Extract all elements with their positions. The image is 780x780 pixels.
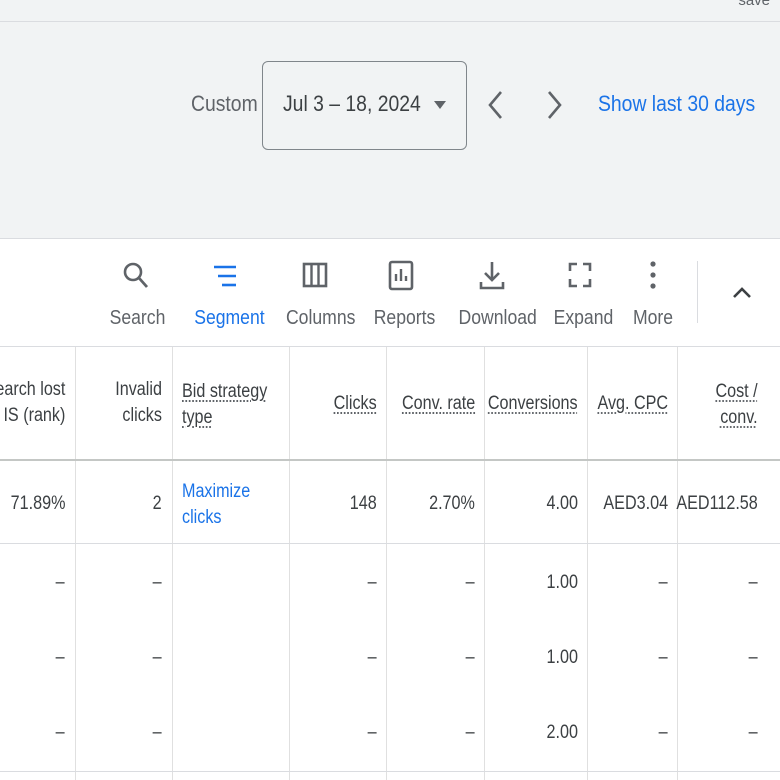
previous-period-button[interactable] bbox=[484, 88, 508, 122]
columns-icon bbox=[302, 262, 328, 288]
cell-avg-cpc: – bbox=[659, 647, 668, 668]
cell-invalid-clicks: – bbox=[153, 572, 162, 593]
cell-avg-cpc: – bbox=[659, 722, 668, 743]
table-toolbar: Search Segment Columns Reports Download … bbox=[0, 239, 780, 347]
row-divider bbox=[0, 543, 780, 544]
next-period-button[interactable] bbox=[542, 88, 566, 122]
cell-cost-per-conv: – bbox=[749, 647, 758, 668]
cell-conv-rate: – bbox=[466, 722, 475, 743]
cell-clicks: – bbox=[368, 647, 377, 668]
cell-conversions: 1.00 bbox=[546, 572, 578, 593]
cell-search-lost-is: – bbox=[56, 572, 65, 593]
header-text-line: clicks bbox=[122, 405, 162, 426]
reports-button-label: Reports bbox=[373, 307, 436, 329]
search-icon bbox=[123, 262, 149, 288]
more-button[interactable]: More bbox=[630, 259, 676, 330]
date-range-bar: Custom Jul 3 – 18, 2024 Show last 30 day… bbox=[0, 22, 780, 234]
search-button-label: Search bbox=[109, 307, 166, 329]
cell-cost-per-conv: – bbox=[749, 722, 758, 743]
header-text-line: Invalid bbox=[115, 379, 162, 400]
cell-clicks: 148 bbox=[350, 493, 377, 514]
column-divider bbox=[75, 347, 76, 780]
cell-cost-per-conv: AED112.58 bbox=[676, 493, 758, 514]
cell-conv-rate: – bbox=[466, 647, 475, 668]
cell-conv-rate: – bbox=[466, 572, 475, 593]
date-range-select[interactable]: Jul 3 – 18, 2024 bbox=[262, 61, 467, 150]
header-invalid-clicks[interactable]: Invalid clicks bbox=[115, 377, 162, 429]
cell-conv-rate: 2.70% bbox=[429, 493, 475, 514]
column-divider bbox=[172, 347, 173, 780]
column-divider bbox=[587, 347, 588, 780]
show-last-30-days-link[interactable]: Show last 30 days bbox=[598, 91, 755, 117]
cell-conversions: 2.00 bbox=[546, 722, 578, 743]
row-divider bbox=[0, 771, 780, 772]
search-button[interactable]: Search bbox=[106, 259, 166, 330]
table-panel: Search Segment Columns Reports Download … bbox=[0, 238, 780, 780]
link-text-line: clicks bbox=[182, 507, 222, 528]
cell-cost-per-conv: – bbox=[749, 572, 758, 593]
header-text-line: type bbox=[182, 407, 213, 428]
chevron-right-icon bbox=[548, 91, 562, 119]
cell-clicks: – bbox=[368, 572, 377, 593]
column-divider bbox=[677, 347, 678, 780]
column-divider bbox=[289, 347, 290, 780]
cell-avg-cpc: AED3.04 bbox=[603, 493, 668, 514]
cell-invalid-clicks: 2 bbox=[153, 493, 162, 514]
chevron-left-icon bbox=[488, 91, 502, 119]
columns-button-label: Columns bbox=[285, 307, 356, 329]
segment-icon bbox=[214, 265, 236, 287]
reports-icon bbox=[388, 260, 414, 291]
segment-button[interactable]: Segment bbox=[190, 259, 265, 330]
download-icon bbox=[479, 262, 505, 290]
header-conversions[interactable]: Conversions bbox=[488, 391, 578, 417]
link-text-line: Maximize bbox=[182, 481, 251, 502]
header-divider bbox=[0, 459, 780, 461]
caret-down-icon bbox=[434, 101, 446, 109]
reports-button[interactable]: Reports bbox=[370, 259, 436, 330]
collapse-button[interactable] bbox=[728, 279, 756, 307]
date-preset-label: Custom bbox=[191, 91, 258, 116]
top-fragment-text: save bbox=[738, 0, 770, 9]
header-text-line: IS (rank) bbox=[3, 405, 66, 426]
cell-clicks: – bbox=[368, 722, 377, 743]
header-bid-strategy-type[interactable]: Bid strategy type bbox=[182, 379, 267, 431]
segment-button-label: Segment bbox=[194, 307, 265, 329]
more-button-label: More bbox=[632, 307, 674, 329]
cell-invalid-clicks: – bbox=[153, 647, 162, 668]
cell-invalid-clicks: – bbox=[153, 722, 162, 743]
column-divider bbox=[484, 347, 485, 780]
toolbar-separator bbox=[697, 261, 698, 323]
expand-button[interactable]: Expand bbox=[550, 259, 614, 330]
cell-avg-cpc: – bbox=[659, 572, 668, 593]
download-button[interactable]: Download bbox=[454, 259, 537, 330]
header-text-line: earch lost bbox=[0, 379, 65, 400]
cell-search-lost-is: – bbox=[56, 647, 65, 668]
header-clicks[interactable]: Clicks bbox=[334, 391, 377, 417]
cell-conversions: 4.00 bbox=[546, 493, 578, 514]
header-text-line: Cost / bbox=[715, 381, 758, 402]
cell-conversions: 1.00 bbox=[546, 647, 578, 668]
column-divider bbox=[386, 347, 387, 780]
header-text-line: Bid strategy bbox=[182, 381, 268, 402]
header-text-line: conv. bbox=[720, 407, 758, 428]
expand-button-label: Expand bbox=[553, 307, 614, 329]
header-search-lost-is-rank[interactable]: earch lost IS (rank) bbox=[0, 377, 65, 429]
chevron-up-icon bbox=[733, 287, 751, 298]
header-conv-rate[interactable]: Conv. rate bbox=[402, 391, 475, 417]
cell-search-lost-is: 71.89% bbox=[10, 493, 65, 514]
date-range-value: Jul 3 – 18, 2024 bbox=[283, 91, 421, 116]
cell-search-lost-is: – bbox=[56, 722, 65, 743]
columns-button[interactable]: Columns bbox=[282, 259, 356, 330]
header-cost-per-conv[interactable]: Cost / conv. bbox=[716, 379, 758, 431]
fullscreen-icon bbox=[568, 262, 592, 288]
bid-strategy-link[interactable]: Maximize clicks bbox=[182, 479, 250, 531]
download-button-label: Download bbox=[458, 307, 537, 329]
more-vertical-icon bbox=[650, 261, 656, 289]
header-avg-cpc[interactable]: Avg. CPC bbox=[597, 391, 668, 417]
